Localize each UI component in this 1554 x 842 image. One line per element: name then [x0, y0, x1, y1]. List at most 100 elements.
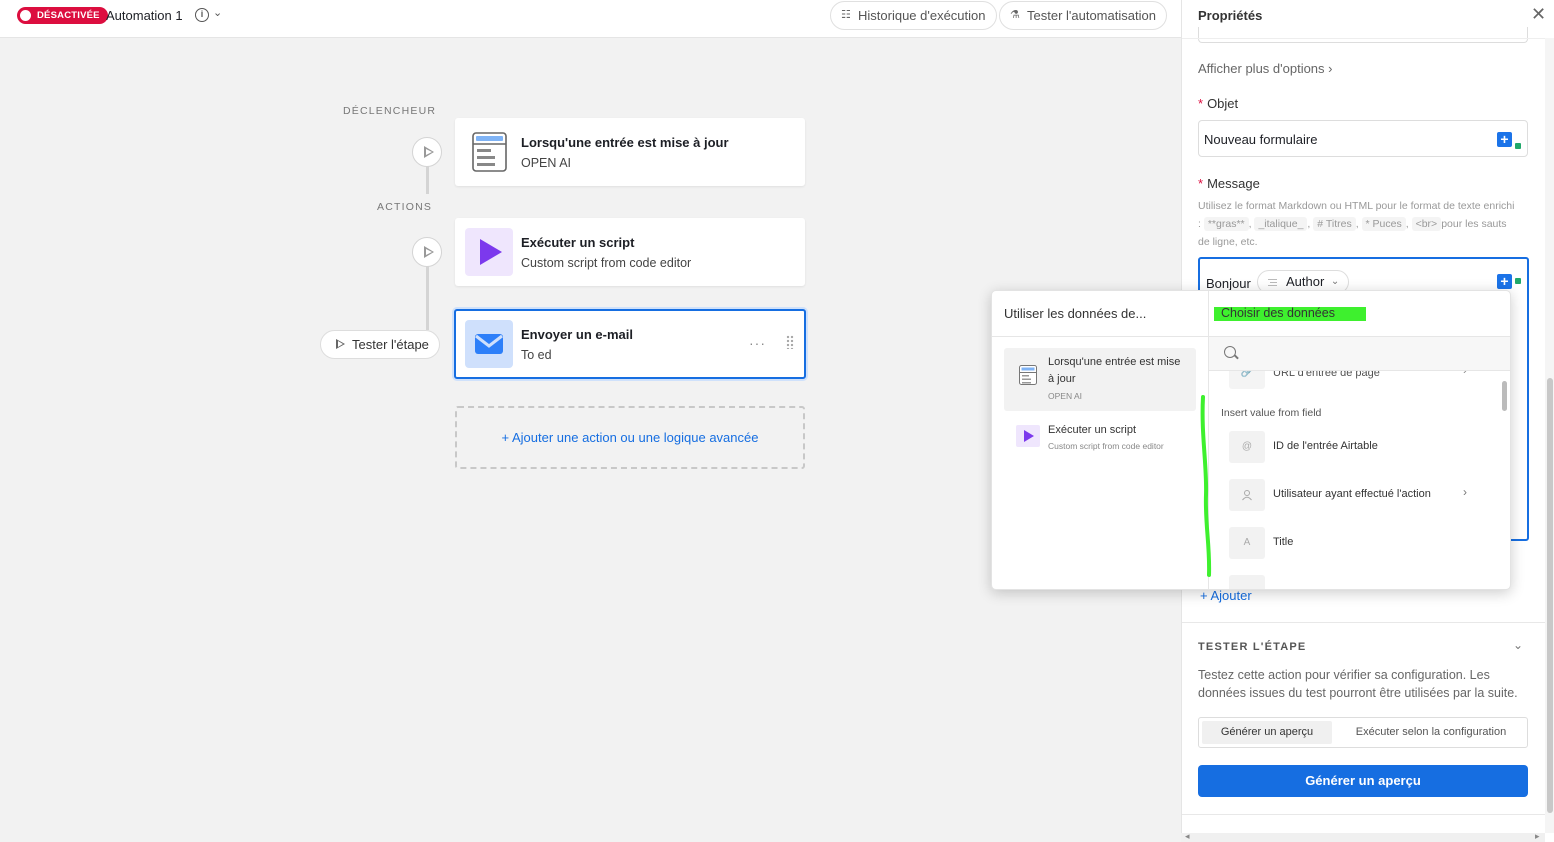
run-script-icon[interactable] [412, 237, 442, 267]
required-marker: * [1198, 176, 1204, 191]
top-bar: DÉSACTIVÉE Automation 1 i ⌄ ☷ Historique… [0, 0, 1181, 38]
list-item[interactable]: @ ID de l'entrée Airtable [1229, 431, 1489, 463]
toggle-knob [20, 10, 31, 21]
subject-label: * Objet [1198, 96, 1238, 111]
subject-value: Nouveau formulaire [1204, 132, 1318, 147]
history-button[interactable]: ☷ Historique d'exécution [830, 1, 997, 30]
list-item[interactable]: A Title [1229, 527, 1489, 559]
message-text: Bonjour [1206, 276, 1251, 291]
scrollbar-thumb[interactable] [1547, 378, 1553, 813]
code-chip: _italique_ [1254, 217, 1308, 231]
source-script-subtitle: Custom script from code editor [1048, 441, 1164, 451]
chevron-right-icon[interactable]: › [1463, 485, 1467, 499]
test-automation-button[interactable]: ⚗ Tester l'automatisation [999, 1, 1167, 30]
panel-divider [1182, 38, 1554, 39]
field-label: URL d'entrée de page [1273, 371, 1380, 379]
email-node-subtitle: To ed [521, 348, 552, 362]
preview-option[interactable]: Générer un aperçu [1202, 721, 1332, 744]
message-label: * Message [1198, 176, 1260, 191]
record-form-icon [465, 128, 513, 176]
source-trigger-subtitle: OPEN AI [1048, 391, 1083, 401]
flow-rail [426, 166, 429, 194]
drag-handle-icon[interactable] [786, 335, 794, 349]
panel-title: Propriétés [1198, 8, 1263, 23]
field-label: Title [1273, 536, 1294, 548]
automation-name[interactable]: Automation 1 [106, 8, 183, 23]
data-search-input[interactable] [1209, 337, 1510, 371]
history-button-label: Historique d'exécution [858, 8, 986, 23]
at-sign-icon: @ [1229, 431, 1265, 463]
message-label-text: Message [1207, 176, 1260, 191]
text-type-icon: A [1229, 527, 1265, 559]
email-node[interactable]: Envoyer un e-mail To ed ··· [454, 309, 806, 379]
source-script-title: Exécuter un script [1048, 424, 1137, 436]
more-options-icon[interactable]: ··· [749, 335, 766, 351]
status-toggle[interactable]: DÉSACTIVÉE [17, 7, 108, 24]
horizontal-scrollbar[interactable]: ◂ ▸ [1181, 831, 1545, 842]
panel-footer-divider [1182, 814, 1554, 815]
subject-input[interactable]: Nouveau formulaire + [1198, 120, 1528, 157]
record-form-icon [1018, 364, 1038, 386]
code-chip: **gras** [1203, 217, 1249, 231]
script-node-title: Exécuter un script [521, 235, 635, 250]
add-action-button[interactable]: + Ajouter une action ou une logique avan… [455, 406, 805, 469]
scroll-left-icon[interactable]: ◂ [1185, 831, 1190, 842]
list-icon: ☷ [841, 9, 851, 21]
status-badge-label: DÉSACTIVÉE [37, 10, 100, 21]
trigger-section-label: DÉCLENCHEUR [343, 105, 437, 117]
annotation-stroke [1200, 395, 1212, 577]
list-item[interactable]: Utilisateur ayant effectué l'action › [1229, 479, 1489, 511]
close-icon[interactable]: ✕ [1531, 4, 1546, 25]
subject-label-text: Objet [1207, 96, 1239, 111]
format-help-text: Utilisez le format Markdown ou HTML pour… [1198, 200, 1515, 248]
insert-data-icon[interactable]: + [1497, 132, 1512, 147]
email-node-title: Envoyer un e-mail [521, 327, 633, 342]
search-icon [1224, 346, 1236, 358]
trigger-node-subtitle: OPEN AI [521, 156, 572, 170]
test-mode-segmented-control: Générer un aperçu Exécuter selon la conf… [1198, 717, 1528, 748]
info-icon[interactable]: i [195, 8, 209, 22]
source-trigger-title: Lorsqu'une entrée est mise à jour [1048, 356, 1181, 385]
script-play-icon [1016, 425, 1040, 447]
config-option[interactable]: Exécuter selon la configuration [1337, 721, 1525, 744]
insert-data-icon[interactable]: + [1497, 274, 1512, 289]
section-divider [1182, 622, 1554, 623]
script-node[interactable]: Exécuter un script Custom script from co… [455, 218, 805, 286]
source-script[interactable]: Exécuter un script Custom script from co… [1004, 418, 1196, 458]
test-step-heading: TESTER L'ÉTAPE [1198, 641, 1307, 653]
test-step-description: Testez cette action pour vérifier sa con… [1198, 668, 1518, 700]
help-etc: etc. [1240, 236, 1258, 248]
test-step-label: Tester l'étape [352, 337, 429, 352]
test-step-button[interactable]: Tester l'étape [320, 330, 440, 359]
more-options-link[interactable]: Afficher plus d'options › [1198, 61, 1332, 76]
author-pill-label: Author [1286, 274, 1325, 289]
trigger-node[interactable]: Lorsqu'une entrée est mise à jour OPEN A… [455, 118, 805, 186]
source-trigger[interactable]: Lorsqu'une entrée est mise à jour OPEN A… [1004, 348, 1196, 411]
chevron-down-icon[interactable]: ⌄ [1513, 638, 1523, 652]
scroll-right-icon[interactable]: ▸ [1535, 831, 1540, 842]
field-group-header: Insert value from field [1221, 407, 1322, 419]
field-list: 🔗 URL d'entrée de page › Insert value fr… [1209, 371, 1510, 589]
link-icon: 🔗 [1229, 371, 1265, 389]
field-icon [1229, 575, 1265, 589]
status-dot [1515, 143, 1521, 149]
popover-scrollbar[interactable] [1502, 381, 1507, 411]
play-icon [336, 339, 345, 349]
field-label: ID de l'entrée Airtable [1273, 440, 1378, 452]
data-picker-popover: Utiliser les données de... Lorsqu'une en… [991, 290, 1511, 590]
test-automation-label: Tester l'automatisation [1027, 8, 1156, 23]
chevron-down-icon[interactable]: ⌄ [213, 6, 222, 19]
popover-right-title: Choisir des données [1214, 307, 1366, 321]
panel-scrollbar[interactable] [1545, 38, 1554, 833]
generate-preview-button[interactable]: Générer un aperçu [1198, 765, 1528, 797]
script-play-icon [465, 228, 513, 276]
list-item[interactable] [1229, 575, 1489, 589]
add-button[interactable]: + Ajouter [1200, 588, 1252, 603]
text-field-icon [1268, 279, 1277, 286]
user-icon [1229, 479, 1265, 511]
run-trigger-icon[interactable] [412, 137, 442, 167]
previous-field[interactable] [1198, 27, 1528, 43]
actions-section-label: ACTIONS [377, 201, 433, 213]
list-item[interactable]: 🔗 URL d'entrée de page › [1229, 371, 1489, 389]
required-marker: * [1198, 96, 1204, 111]
